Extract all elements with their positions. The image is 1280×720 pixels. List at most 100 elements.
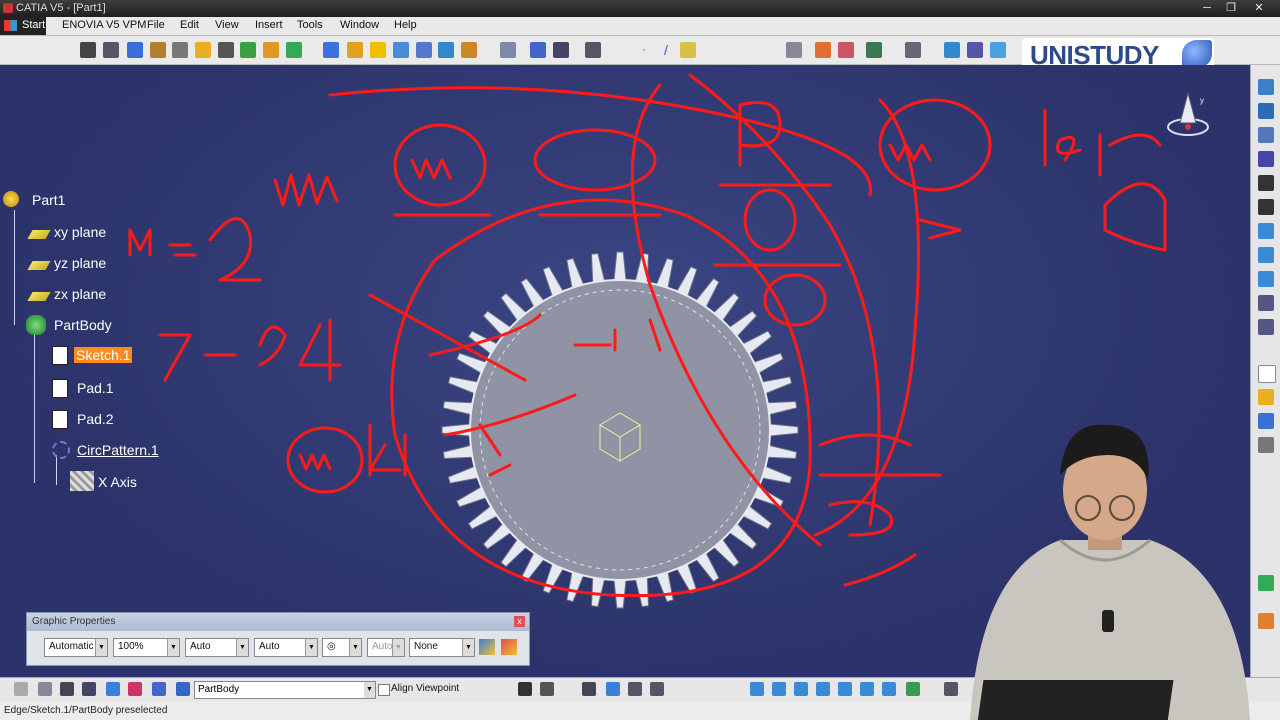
close-button[interactable]: ✕ xyxy=(1248,1,1270,15)
layer-select[interactable]: None ▼ xyxy=(409,638,475,657)
hide-show-icon[interactable] xyxy=(990,42,1006,58)
quick-view-icon[interactable] xyxy=(1258,271,1274,287)
right-view-icon[interactable] xyxy=(816,682,830,696)
measure-icon[interactable] xyxy=(838,42,854,58)
menu-window[interactable]: Window xyxy=(340,19,379,31)
work-object-select[interactable]: PartBody ▼ xyxy=(194,681,376,699)
wheel-icon[interactable] xyxy=(14,682,28,696)
normal-view-icon[interactable] xyxy=(1258,223,1274,239)
new-icon[interactable] xyxy=(80,42,96,58)
analysis-icon[interactable] xyxy=(866,42,882,58)
save-doc-icon[interactable] xyxy=(1258,413,1274,429)
gear-model[interactable] xyxy=(441,251,799,609)
tree-node-sketch1[interactable]: Sketch.1 xyxy=(74,347,133,363)
redo-icon[interactable] xyxy=(263,42,279,58)
groove-icon[interactable] xyxy=(393,42,409,58)
rotate-icon[interactable] xyxy=(553,42,569,58)
undo-icon[interactable] xyxy=(240,42,256,58)
color-select[interactable]: Automatic ▼ xyxy=(44,638,108,657)
view-icon[interactable] xyxy=(606,682,620,696)
pad2-icon[interactable] xyxy=(52,410,68,429)
table-icon[interactable] xyxy=(582,682,596,696)
hole-icon[interactable] xyxy=(416,42,432,58)
tree-node-yz-plane[interactable]: yz plane xyxy=(54,255,106,271)
rotate-view-icon[interactable] xyxy=(1258,127,1274,143)
pan-view-icon[interactable] xyxy=(1258,151,1274,167)
menu-tools[interactable]: Tools xyxy=(297,19,323,31)
view-mode-icon[interactable] xyxy=(1258,295,1274,311)
snap-icon[interactable] xyxy=(540,682,554,696)
iso-view-icon[interactable] xyxy=(944,42,960,58)
catalog-icon[interactable] xyxy=(1258,575,1274,591)
grid-icon[interactable] xyxy=(82,682,96,696)
menu-file[interactable]: File xyxy=(147,19,165,31)
tree-node-partbody[interactable]: PartBody xyxy=(54,317,112,333)
graphic-properties-header[interactable]: Graphic Properties x xyxy=(27,613,529,631)
sketcher-icon[interactable] xyxy=(905,42,921,58)
cut-icon[interactable] xyxy=(172,42,188,58)
shading-icon[interactable] xyxy=(967,42,983,58)
render-style-icon[interactable] xyxy=(906,682,920,696)
bottom-view-icon[interactable] xyxy=(860,682,874,696)
x-axis-icon[interactable] xyxy=(70,471,94,491)
menu-enovia[interactable]: ENOVIA V5 VPM xyxy=(62,19,146,31)
rib-icon[interactable] xyxy=(438,42,454,58)
minimize-button[interactable]: ─ xyxy=(1196,1,1218,15)
fit-all-icon[interactable] xyxy=(500,42,516,58)
pad-icon[interactable] xyxy=(323,42,339,58)
filter-icon[interactable] xyxy=(628,682,642,696)
multi-view-icon[interactable] xyxy=(1258,247,1274,263)
tree-node-part1[interactable]: Part1 xyxy=(32,192,65,208)
whats-this-icon[interactable] xyxy=(286,42,302,58)
pad1-icon[interactable] xyxy=(52,379,68,398)
sketch-icon[interactable] xyxy=(52,346,68,365)
tree-node-pad1[interactable]: Pad.1 xyxy=(77,380,114,396)
zoom-out-icon[interactable] xyxy=(1258,199,1274,215)
part-icon[interactable] xyxy=(3,191,19,207)
front-view-icon[interactable] xyxy=(750,682,764,696)
define-in-work-object-icon[interactable] xyxy=(176,682,190,696)
line-icon[interactable]: / xyxy=(658,42,674,58)
hide-icon[interactable] xyxy=(1258,319,1274,335)
constraint-icon[interactable] xyxy=(128,682,142,696)
shaft-icon[interactable] xyxy=(370,42,386,58)
pocket-icon[interactable] xyxy=(347,42,363,58)
pan-icon[interactable] xyxy=(530,42,546,58)
point-symbol-select[interactable]: ◎ ▼ xyxy=(322,638,362,657)
back-view-icon[interactable] xyxy=(772,682,786,696)
zoom-in-icon[interactable] xyxy=(1258,175,1274,191)
layer-auto-select[interactable]: Auto ▼ xyxy=(367,638,405,657)
open-icon[interactable] xyxy=(103,42,119,58)
fly-mode-icon[interactable] xyxy=(1258,103,1274,119)
left-view-icon[interactable] xyxy=(794,682,808,696)
linetype-select[interactable]: Auto ▼ xyxy=(185,638,249,657)
menu-help[interactable]: Help xyxy=(394,19,417,31)
menu-edit[interactable]: Edit xyxy=(180,19,199,31)
format-painter-icon[interactable] xyxy=(479,639,495,655)
transparency-select[interactable]: 100% ▼ xyxy=(113,638,180,657)
print-icon[interactable] xyxy=(150,42,166,58)
menu-view[interactable]: View xyxy=(215,19,239,31)
list-icon[interactable] xyxy=(152,682,166,696)
start-menu[interactable]: Start xyxy=(0,17,46,35)
paste-icon[interactable] xyxy=(218,42,234,58)
save-icon[interactable] xyxy=(127,42,143,58)
tree-node-pad2[interactable]: Pad.2 xyxy=(77,411,114,427)
axis-system-tool-icon[interactable] xyxy=(60,682,74,696)
workbench-icon[interactable] xyxy=(1258,79,1274,95)
tree-node-zx-plane[interactable]: zx plane xyxy=(54,286,106,302)
copy-icon[interactable] xyxy=(195,42,211,58)
new-doc-icon[interactable] xyxy=(1258,365,1276,383)
properties-painter-icon[interactable] xyxy=(501,639,517,655)
material-icon[interactable] xyxy=(815,42,831,58)
formula-icon[interactable] xyxy=(518,682,532,696)
update-icon[interactable] xyxy=(38,682,52,696)
print-doc-icon[interactable] xyxy=(1258,437,1274,453)
slot-icon[interactable] xyxy=(461,42,477,58)
swap-icon[interactable] xyxy=(944,682,958,696)
restore-button[interactable]: ❐ xyxy=(1220,1,1242,15)
render-icon[interactable] xyxy=(786,42,802,58)
tree-node-x-axis[interactable]: X Axis xyxy=(98,474,137,490)
tree-node-xy-plane[interactable]: xy plane xyxy=(54,224,106,240)
tree-node-circpattern1[interactable]: CircPattern.1 xyxy=(77,442,159,458)
